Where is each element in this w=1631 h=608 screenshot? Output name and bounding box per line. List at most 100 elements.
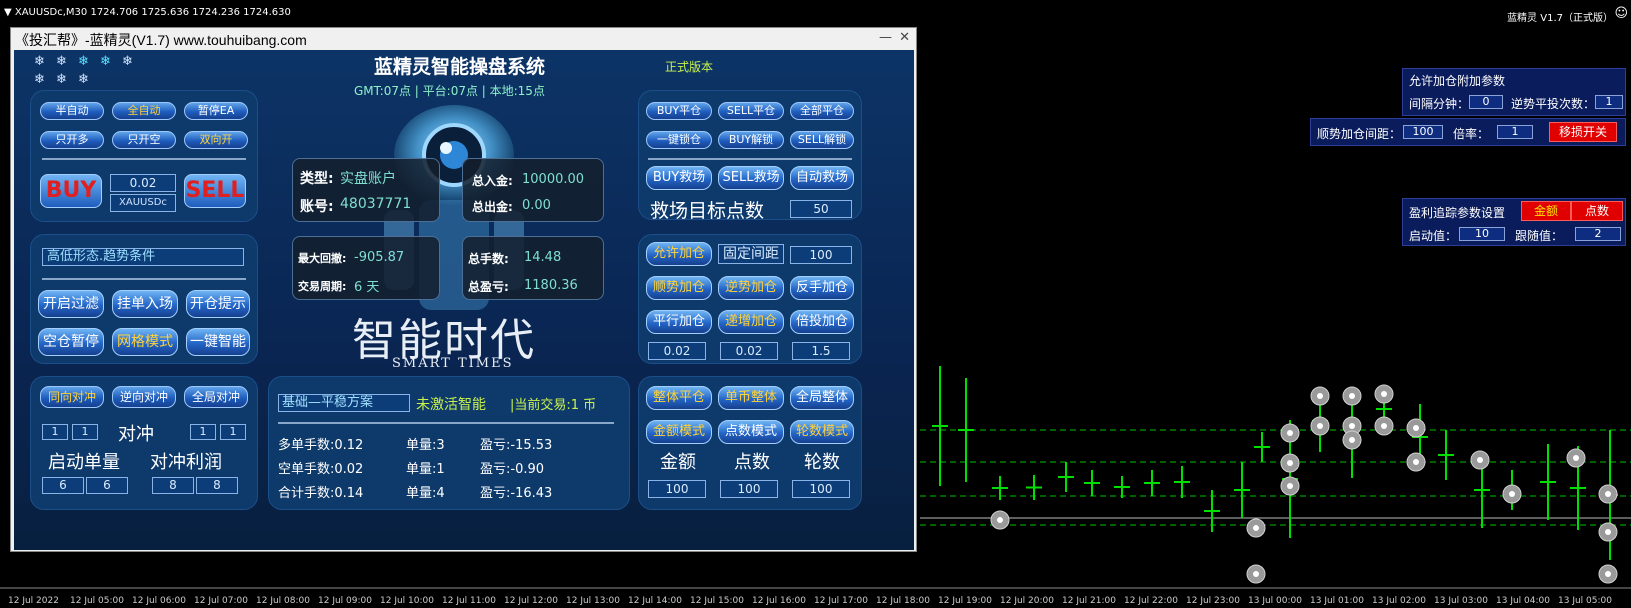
reverse-count-input[interactable]: 1: [1595, 95, 1623, 109]
open-alert-button[interactable]: 开仓提示: [186, 290, 250, 318]
time-axis-label: 12 Jul 19:00: [938, 596, 992, 606]
rounds-mode-button[interactable]: 轮数模式: [790, 420, 854, 444]
multiplier-input[interactable]: 1: [1497, 125, 1533, 139]
account-type-label: 类型:: [300, 171, 334, 187]
whole-close-button[interactable]: 整体平仓: [646, 386, 712, 410]
sell-close-button[interactable]: SELL平仓: [718, 102, 784, 120]
start-value-input[interactable]: 10: [1459, 227, 1505, 241]
order-marker-dot: [1349, 423, 1355, 429]
hands-label: 总手数:: [468, 252, 509, 266]
add-value-input-3[interactable]: 1.5: [792, 342, 850, 360]
add-value-input-2[interactable]: 0.02: [720, 342, 778, 360]
hedge-profit-input-1[interactable]: 8: [152, 477, 194, 494]
time-axis-label: 12 Jul 22:00: [1124, 596, 1178, 606]
hedge-input-3[interactable]: 1: [190, 424, 216, 440]
pending-entry-button[interactable]: 挂单入场: [112, 290, 178, 318]
fixed-gap-input[interactable]: 100: [790, 246, 852, 264]
grid-mode-button[interactable]: 网格模式: [112, 328, 178, 356]
reverse-hedge-button[interactable]: 逆向对冲: [112, 386, 176, 408]
smile-icon: ☺: [1614, 6, 1628, 21]
amount-button[interactable]: 金额: [1521, 201, 1571, 221]
stat-cell: 盈亏:-0.90: [480, 462, 545, 477]
long-only-button[interactable]: 只开多: [40, 131, 104, 149]
hedge-input-1[interactable]: 1: [42, 424, 68, 440]
time-axis-label: 12 Jul 10:00: [380, 596, 434, 606]
global-hedge-button[interactable]: 全局对冲: [184, 386, 248, 408]
semi-auto-button[interactable]: 半自动: [40, 102, 104, 120]
multiplier-label: 倍率：: [1453, 127, 1490, 141]
time-axis-label: 12 Jul 15:00: [690, 596, 744, 606]
trend-gap-panel: 顺势加仓间距： 100 倍率： 1 移损开关: [1310, 118, 1626, 146]
time-axis-label: 12 Jul 06:00: [132, 596, 186, 606]
add-value-input-1[interactable]: 0.02: [648, 342, 706, 360]
counter-add-button[interactable]: 逆势加仓: [718, 276, 784, 300]
close-button[interactable]: ✕: [899, 30, 910, 45]
single-whole-button[interactable]: 单币整体: [718, 386, 784, 410]
sell-rescue-button[interactable]: SELL救场: [718, 166, 784, 190]
trend-add-button[interactable]: 顺势加仓: [646, 276, 712, 300]
lot-input[interactable]: 0.02: [110, 174, 176, 192]
order-marker-dot: [1349, 393, 1355, 399]
points-button[interactable]: 点数: [1571, 201, 1623, 221]
amount-input[interactable]: 100: [648, 480, 706, 498]
time-axis-label: 12 Jul 05:00: [70, 596, 124, 606]
time-axis-label: 12 Jul 12:00: [504, 596, 558, 606]
start-lot-input-1[interactable]: 6: [42, 477, 84, 494]
profit-label: 总盈亏:: [468, 280, 509, 294]
close-all-button[interactable]: 全部平仓: [790, 102, 854, 120]
reverse-add-button[interactable]: 反手加仓: [790, 276, 854, 300]
time-axis-label: 12 Jul 13:00: [566, 596, 620, 606]
short-only-button[interactable]: 只开空: [112, 131, 176, 149]
double-add-button[interactable]: 倍投加仓: [790, 310, 854, 334]
buy-button[interactable]: BUY: [40, 174, 102, 208]
sell-unlock-button[interactable]: SELL解锁: [790, 131, 854, 149]
points-mode-button[interactable]: 点数模式: [718, 420, 784, 444]
lock-button[interactable]: 一键锁仓: [646, 131, 712, 149]
interval-input[interactable]: 0: [1469, 95, 1503, 109]
hedge-profit-input-2[interactable]: 8: [196, 477, 238, 494]
same-hedge-button[interactable]: 同向对冲: [40, 386, 104, 408]
buy-close-button[interactable]: BUY平仓: [646, 102, 712, 120]
full-auto-button[interactable]: 全自动: [112, 102, 176, 120]
stoploss-toggle-button[interactable]: 移损开关: [1549, 122, 1617, 142]
buy-rescue-button[interactable]: BUY救场: [646, 166, 712, 190]
order-marker-dot: [1287, 483, 1293, 489]
order-marker-dot: [1605, 571, 1611, 577]
hedge-input-2[interactable]: 1: [72, 424, 98, 440]
time-axis-label: 12 Jul 18:00: [876, 596, 930, 606]
cycle-label: 交易周期:: [298, 280, 347, 293]
app-title: 蓝精灵智能操盘系统: [374, 56, 546, 78]
deposit-label: 总入金:: [472, 174, 513, 188]
time-axis-label: 12 Jul 20:00: [1000, 596, 1054, 606]
points-input[interactable]: 100: [720, 480, 778, 498]
stat-cell: 单量:3: [406, 438, 445, 453]
rescue-target-input[interactable]: 50: [790, 200, 852, 218]
rounds-input[interactable]: 100: [792, 480, 850, 498]
amount-mode-button[interactable]: 金额模式: [646, 420, 712, 444]
incremental-add-button[interactable]: 递增加仓: [718, 310, 784, 334]
allow-add-button[interactable]: 允许加仓: [646, 242, 712, 266]
start-lot-input-2[interactable]: 6: [86, 477, 128, 494]
pause-ea-button[interactable]: 暂停EA: [184, 102, 248, 120]
sell-button[interactable]: SELL: [184, 174, 246, 208]
open-filter-button[interactable]: 开启过滤: [38, 290, 104, 318]
buy-unlock-button[interactable]: BUY解锁: [718, 131, 784, 149]
trend-gap-input[interactable]: 100: [1403, 125, 1443, 139]
scheme-select[interactable]: 基础—平稳方案: [278, 394, 410, 412]
parallel-add-button[interactable]: 平行加仓: [646, 310, 712, 334]
global-whole-button[interactable]: 全局整体: [790, 386, 854, 410]
amount-label: 金额: [660, 452, 696, 473]
dual-open-button[interactable]: 双向开: [184, 131, 248, 149]
follow-value-input[interactable]: 2: [1575, 227, 1621, 241]
minimize-button[interactable]: —: [879, 30, 892, 45]
current-trade: |当前交易:1 币: [510, 398, 597, 413]
snowflake-icon: ❄: [78, 54, 89, 69]
hedge-input-4[interactable]: 1: [220, 424, 246, 440]
one-click-smart-button[interactable]: 一键智能: [186, 328, 250, 356]
flat-pause-button[interactable]: 空仓暂停: [38, 328, 104, 356]
fixed-gap-field[interactable]: 固定间距: [718, 244, 784, 264]
auto-rescue-button[interactable]: 自动救场: [790, 166, 854, 190]
condition-select[interactable]: 高低形态.趋势条件: [42, 248, 244, 266]
account-label: 账号:: [300, 199, 334, 215]
snowflake-icon: ❄: [78, 72, 89, 87]
